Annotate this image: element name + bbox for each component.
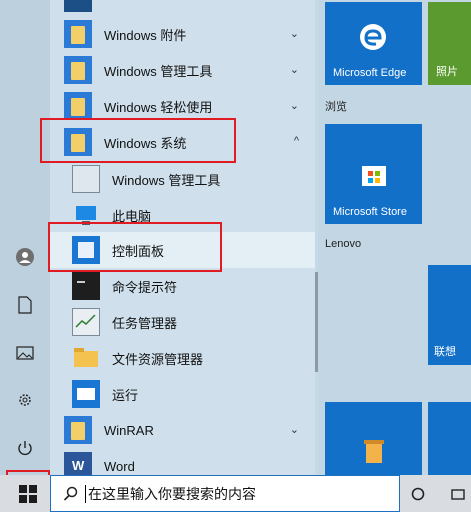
windows-logo-icon [19,484,37,503]
list-item-windows-accessories[interactable]: Windows 附件 ⌄ [50,16,315,52]
recycle-bin-icon [364,440,384,463]
text-cursor [85,484,86,503]
list-item-label: Windows 附件 [104,27,187,43]
list-item-admin-tools[interactable]: Windows 管理工具 [50,161,315,197]
tile-photos[interactable]: 照片 [428,2,471,85]
list-item-label: Windows 系统 [104,135,187,151]
gear-icon [19,394,31,406]
control-panel-icon [72,236,100,264]
search-box[interactable]: 在这里输入你要搜索的内容 [50,475,400,512]
app-icon [450,488,465,500]
tile-edge[interactable]: Microsoft Edge [325,2,422,85]
list-item-file-explorer[interactable]: 文件资源管理器 [50,340,315,376]
chevron-up-icon: ^ [293,135,299,147]
app-list: Windows 附件 ⌄ Windows 管理工具 ⌄ Windows 轻松使用… [50,0,315,480]
list-item-winrar[interactable]: WinRAR ⌄ [50,412,315,448]
user-icon [16,248,34,266]
tiles-pane: Microsoft Edge 照片 浏览 Microsoft Store Len… [318,0,471,475]
search-icon [63,486,78,501]
list-item-label: Windows 轻松使用 [104,99,213,115]
folder-icon [64,56,92,84]
file-explorer-icon [72,344,100,372]
list-item[interactable] [50,0,315,12]
user-avatar-button[interactable] [0,237,50,277]
start-button[interactable] [8,475,48,512]
list-item-task-manager[interactable]: 任务管理器 [50,304,315,340]
folder-icon [64,416,92,444]
task-view-icon [411,487,425,500]
list-item-label: 命令提示符 [112,279,178,295]
chevron-down-icon: ⌄ [289,64,299,76]
task-view-button[interactable] [405,475,431,512]
tile-lenovo[interactable]: 联想 [428,265,471,365]
list-item-control-panel[interactable]: 控制面板 [50,232,315,268]
list-item-label: Word [104,458,135,474]
tile-label: 联想 [434,346,456,358]
tile-app[interactable] [428,402,471,475]
tile-label: Microsoft Edge [333,67,407,79]
group-label-browse: 浏览 [325,101,347,113]
list-item-windows-admin-tools[interactable]: Windows 管理工具 ⌄ [50,52,315,88]
tile-store[interactable]: Microsoft Store [325,124,422,224]
app-icon [64,0,92,12]
list-item-label: 运行 [112,387,139,403]
list-item-run[interactable]: 运行 [50,376,315,412]
list-item-label: Windows 管理工具 [104,63,213,79]
folder-icon [64,128,92,156]
terminal-icon [72,272,100,300]
taskbar-app-button[interactable] [444,475,471,512]
list-item-this-pc[interactable]: 此电脑 [50,197,315,233]
list-item-command-prompt[interactable]: 命令提示符 [50,268,315,304]
start-left-rail [0,0,50,512]
chevron-down-icon: ⌄ [289,28,299,40]
store-icon [362,166,386,186]
power-button[interactable] [0,428,50,468]
document-icon [18,296,32,314]
list-item-label: 任务管理器 [112,315,178,331]
chevron-down-icon: ⌄ [289,100,299,112]
list-item-windows-system[interactable]: Windows 系统 ^ [50,124,315,160]
list-item-label: Windows 管理工具 [112,172,221,188]
list-item-label: 控制面板 [112,243,165,259]
search-placeholder: 在这里输入你要搜索的内容 [88,485,256,502]
group-label-lenovo: Lenovo [325,238,362,250]
computer-icon [72,201,100,229]
run-icon [72,380,100,408]
folder-icon [64,92,92,120]
edge-icon [360,24,386,50]
task-manager-icon [72,308,100,336]
list-item-windows-ease-of-access[interactable]: Windows 轻松使用 ⌄ [50,88,315,124]
admin-tools-icon [72,165,100,193]
pictures-button[interactable] [0,333,50,373]
tile-recycle[interactable] [325,402,422,475]
tile-label: Microsoft Store [333,206,407,218]
tile-label: 照片 [436,66,458,78]
power-icon [18,441,32,456]
folder-icon [64,20,92,48]
list-item-label: 文件资源管理器 [112,351,204,367]
settings-button[interactable] [0,380,50,420]
list-item-label: WinRAR [104,422,154,438]
pictures-icon [16,346,34,360]
list-item-label: 此电脑 [112,208,152,224]
documents-button[interactable] [0,285,50,325]
chevron-down-icon: ⌄ [289,424,299,436]
